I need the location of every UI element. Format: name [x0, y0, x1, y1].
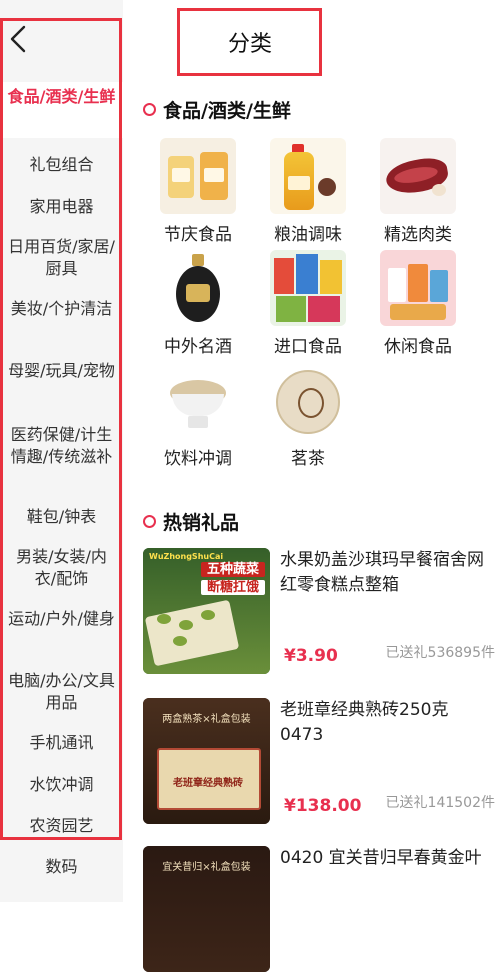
section-header-food: 食品/酒类/生鲜: [143, 96, 291, 123]
product-price: ¥3.90: [284, 646, 338, 666]
sidebar-item-bags[interactable]: 鞋包/钟表: [0, 506, 123, 528]
sidebar-item-digital[interactable]: 数码: [0, 856, 123, 878]
category-label: 饮料冲调: [164, 449, 232, 469]
chevron-left-icon: [10, 25, 26, 53]
sidebar-item-agri[interactable]: 农资园艺: [0, 815, 123, 837]
festive-food-icon: [160, 138, 236, 214]
sidebar-item-appliances[interactable]: 家用电器: [0, 196, 123, 218]
sidebar-item-office[interactable]: 电脑/办公/文具用品: [0, 670, 123, 714]
product-sold-count: 已送礼141502件: [385, 795, 495, 811]
product-image: 两盒熟茶×礼盒包装 老班章经典熟砖: [143, 698, 270, 824]
section-title: 热销礼品: [163, 512, 240, 534]
product-title: 老班章经典熟砖250克 0473: [280, 700, 449, 745]
back-button[interactable]: [4, 22, 32, 56]
product-image: 宜关昔归×礼盒包装: [143, 846, 270, 972]
liquor-bottle-icon: [160, 250, 236, 326]
category-label: 进口食品: [274, 337, 342, 357]
product-card[interactable]: 宜关昔归×礼盒包装 0420 宜关昔归早春黄金叶: [143, 846, 499, 976]
product-title: 水果奶盖沙琪玛早餐宿舍网红零食糕点整箱: [280, 550, 484, 595]
product-image-text: 宜关昔归×礼盒包装: [162, 862, 251, 873]
product-image-text: 两盒熟茶×礼盒包装: [162, 714, 251, 725]
category-label: 粮油调味: [274, 225, 342, 245]
sidebar-item-apparel[interactable]: 男装/女装/内衣/配饰: [0, 546, 123, 590]
product-sold-count: 已送礼536895件: [385, 645, 495, 661]
circle-bullet-icon: [143, 515, 156, 528]
category-tile-oil[interactable]: 粮油调味: [253, 138, 363, 245]
product-image: WuZhongShuCai 五种蔬菜 断糖扛饿: [143, 548, 270, 674]
category-tile-meat[interactable]: 精选肉类: [363, 138, 473, 245]
product-title: 0420 宜关昔归早春黄金叶: [280, 848, 482, 868]
category-sidebar: 食品/酒类/生鲜 礼包组合 家用电器 日用百货/家居/厨具 美妆/个护清洁 母婴…: [0, 0, 123, 902]
tea-cake-icon: [270, 362, 346, 438]
category-label: 中外名酒: [164, 337, 232, 357]
category-tile-beverage[interactable]: 饮料冲调: [143, 362, 253, 469]
snack-bags-icon: [380, 250, 456, 326]
category-tile-tea[interactable]: 茗茶: [253, 362, 363, 469]
product-image-text: 断糖扛饿: [201, 580, 265, 595]
sidebar-item-food[interactable]: 食品/酒类/生鲜: [0, 82, 123, 138]
page-title: 分类: [227, 32, 272, 57]
sidebar-item-sports[interactable]: 运动/户外/健身: [0, 608, 123, 630]
category-tile-festive[interactable]: 节庆食品: [143, 138, 253, 245]
imported-snacks-icon: [270, 250, 346, 326]
category-label: 休闲食品: [384, 337, 452, 357]
category-label: 精选肉类: [384, 225, 452, 245]
cooking-oil-icon: [270, 138, 346, 214]
category-label: 节庆食品: [164, 225, 232, 245]
product-card[interactable]: 两盒熟茶×礼盒包装 老班章经典熟砖 老班章经典熟砖250克 0473 ¥138.…: [143, 698, 499, 828]
category-label: 茗茶: [291, 449, 325, 469]
sidebar-item-baby[interactable]: 母婴/玩具/宠物: [0, 360, 123, 382]
sidebar-item-phones[interactable]: 手机通讯: [0, 732, 123, 754]
sidebar-item-gift-set[interactable]: 礼包组合: [0, 154, 123, 176]
oatmeal-bowl-icon: [160, 362, 236, 438]
section-header-hot: 热销礼品: [143, 508, 239, 535]
category-tile-liquor[interactable]: 中外名酒: [143, 250, 253, 357]
sidebar-item-health[interactable]: 医药保健/计生情趣/传统滋补: [0, 424, 123, 468]
section-title: 食品/酒类/生鲜: [163, 100, 291, 122]
circle-bullet-icon: [143, 103, 156, 116]
sidebar-item-drinks[interactable]: 水饮冲调: [0, 774, 123, 796]
sidebar-item-household[interactable]: 日用百货/家居/厨具: [0, 236, 123, 280]
product-price: ¥138.00: [284, 796, 362, 816]
product-card[interactable]: WuZhongShuCai 五种蔬菜 断糖扛饿 水果奶盖沙琪玛早餐宿舍网红零食糕…: [143, 548, 499, 678]
product-image-text: 老班章经典熟砖: [173, 778, 243, 789]
category-tile-snacks[interactable]: 休闲食品: [363, 250, 473, 357]
product-image-text: 五种蔬菜: [201, 562, 265, 577]
category-tile-imported[interactable]: 进口食品: [253, 250, 363, 357]
ham-meat-icon: [380, 138, 456, 214]
product-image-text: WuZhongShuCai: [149, 552, 224, 561]
sidebar-item-beauty[interactable]: 美妆/个护清洁: [0, 298, 123, 320]
